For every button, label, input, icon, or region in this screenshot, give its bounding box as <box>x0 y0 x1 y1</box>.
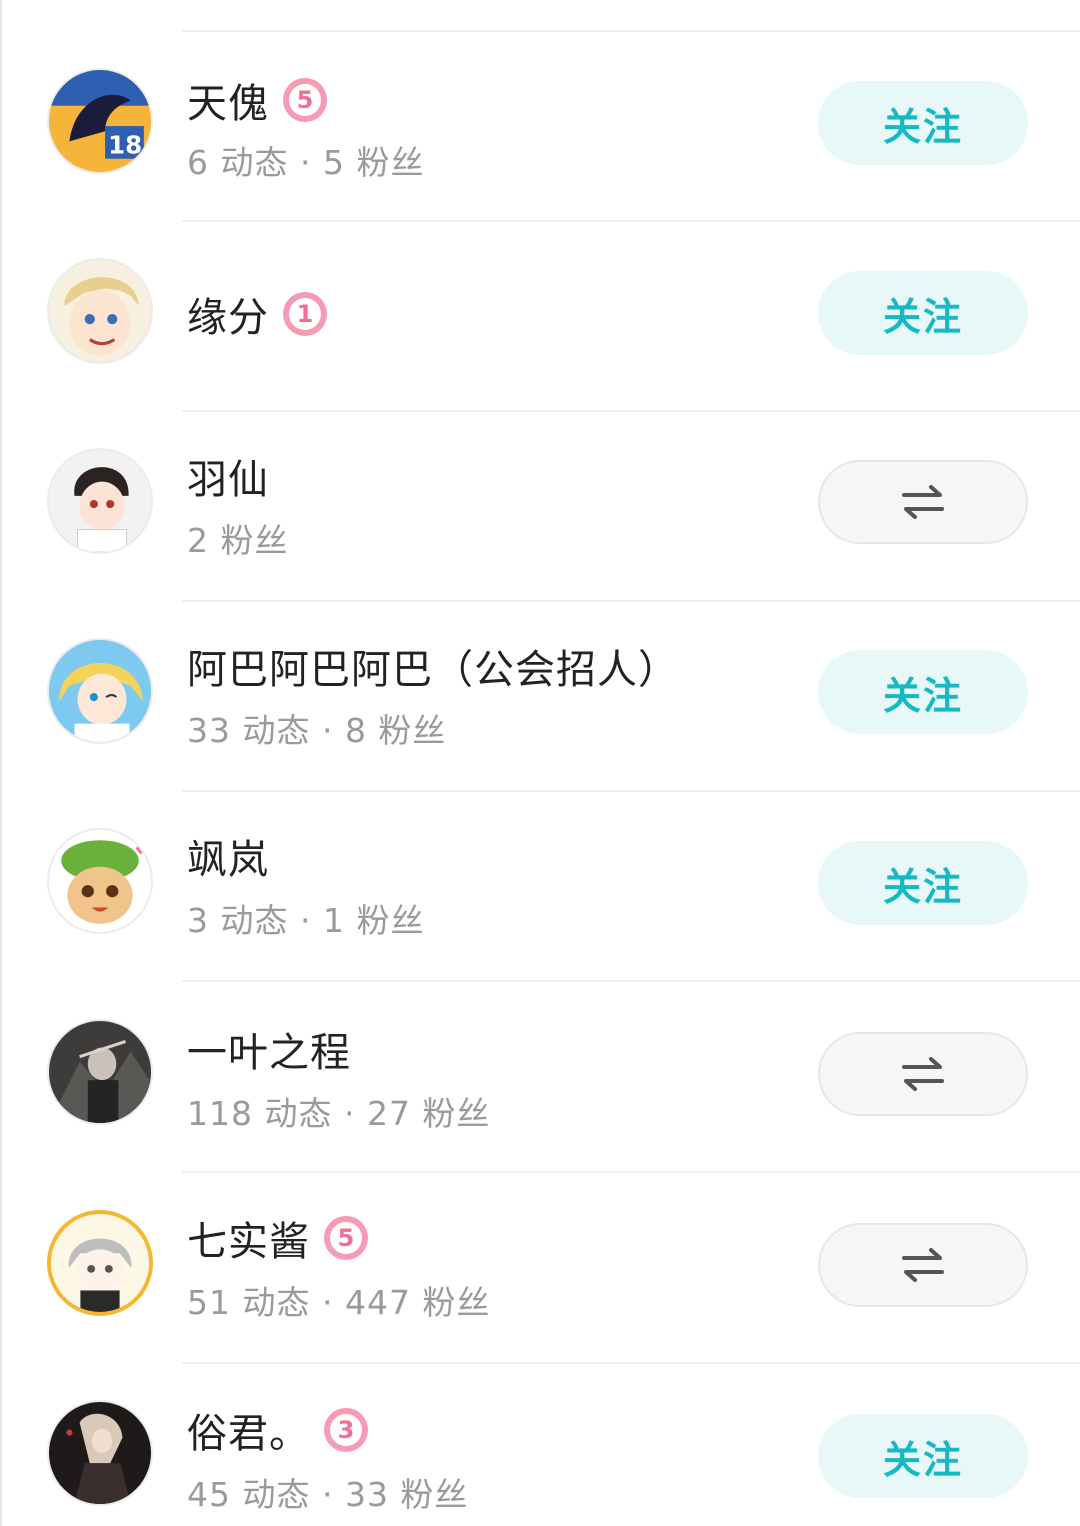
avatar[interactable] <box>47 828 153 934</box>
user-stats: 33 动态 · 8 粉丝 <box>187 711 447 750</box>
user-list-page: 18 天傀 5 6 动态 · 5 粉丝 关注 缘分 1 关注 羽仙 2 粉丝 阿… <box>0 0 1080 1526</box>
level-badge-icon: 3 <box>324 1408 368 1452</box>
user-row[interactable]: 七实酱 5 51 动态 · 447 粉丝 <box>2 1174 1080 1364</box>
user-stats: 51 动态 · 447 粉丝 <box>187 1283 491 1322</box>
user-name[interactable]: 飒岚 <box>187 827 269 885</box>
user-stats: 118 动态 · 27 粉丝 <box>187 1094 491 1133</box>
user-name[interactable]: 缘分 <box>187 285 269 343</box>
level-badge-icon: 5 <box>324 1216 368 1260</box>
mutual-follow-button[interactable] <box>818 1223 1028 1307</box>
swap-arrows-icon <box>902 1057 944 1091</box>
avatar[interactable] <box>47 258 153 364</box>
mutual-follow-button[interactable] <box>818 1032 1028 1116</box>
divider <box>182 980 1080 982</box>
user-stats: 6 动态 · 5 粉丝 <box>187 143 425 182</box>
user-row[interactable]: 一叶之程 118 动态 · 27 粉丝 <box>2 983 1080 1173</box>
user-row[interactable]: 18 天傀 5 6 动态 · 5 粉丝 关注 <box>2 32 1080 222</box>
user-stats: 2 粉丝 <box>187 521 289 560</box>
avatar[interactable] <box>47 638 153 744</box>
user-name[interactable]: 羽仙 <box>187 447 269 505</box>
avatar[interactable] <box>47 1210 153 1316</box>
user-row[interactable]: 羽仙 2 粉丝 <box>2 412 1080 602</box>
follow-button[interactable]: 关注 <box>818 650 1028 734</box>
follow-button[interactable]: 关注 <box>818 1414 1028 1498</box>
user-name[interactable]: 俗君。 <box>187 1401 310 1459</box>
user-stats: 45 动态 · 33 粉丝 <box>187 1475 469 1514</box>
avatar[interactable] <box>47 1400 153 1506</box>
swap-arrows-icon <box>902 485 944 519</box>
user-row[interactable]: 阿巴阿巴阿巴（公会招人） 33 动态 · 8 粉丝 关注 <box>2 602 1080 792</box>
follow-button[interactable]: 关注 <box>818 81 1028 165</box>
user-name[interactable]: 七实酱 <box>187 1209 310 1267</box>
user-name[interactable]: 阿巴阿巴阿巴（公会招人） <box>187 637 679 695</box>
user-name[interactable]: 一叶之程 <box>187 1020 351 1078</box>
user-stats: 3 动态 · 1 粉丝 <box>187 901 425 940</box>
user-row[interactable]: 缘分 1 关注 <box>2 222 1080 412</box>
follow-button[interactable]: 关注 <box>818 271 1028 355</box>
avatar[interactable]: 18 <box>47 68 153 174</box>
level-badge-icon: 5 <box>283 78 327 122</box>
swap-arrows-icon <box>902 1248 944 1282</box>
user-name[interactable]: 天傀 <box>187 71 269 129</box>
user-row[interactable]: 飒岚 3 动态 · 1 粉丝 关注 <box>2 792 1080 982</box>
level-badge-icon: 1 <box>283 292 327 336</box>
svg-text:18: 18 <box>108 131 142 160</box>
user-row[interactable]: 俗君。 3 45 动态 · 33 粉丝 关注 <box>2 1364 1080 1526</box>
follow-button[interactable]: 关注 <box>818 841 1028 925</box>
avatar[interactable] <box>47 448 153 554</box>
avatar[interactable] <box>47 1019 153 1125</box>
divider <box>182 1171 1080 1173</box>
mutual-follow-button[interactable] <box>818 460 1028 544</box>
